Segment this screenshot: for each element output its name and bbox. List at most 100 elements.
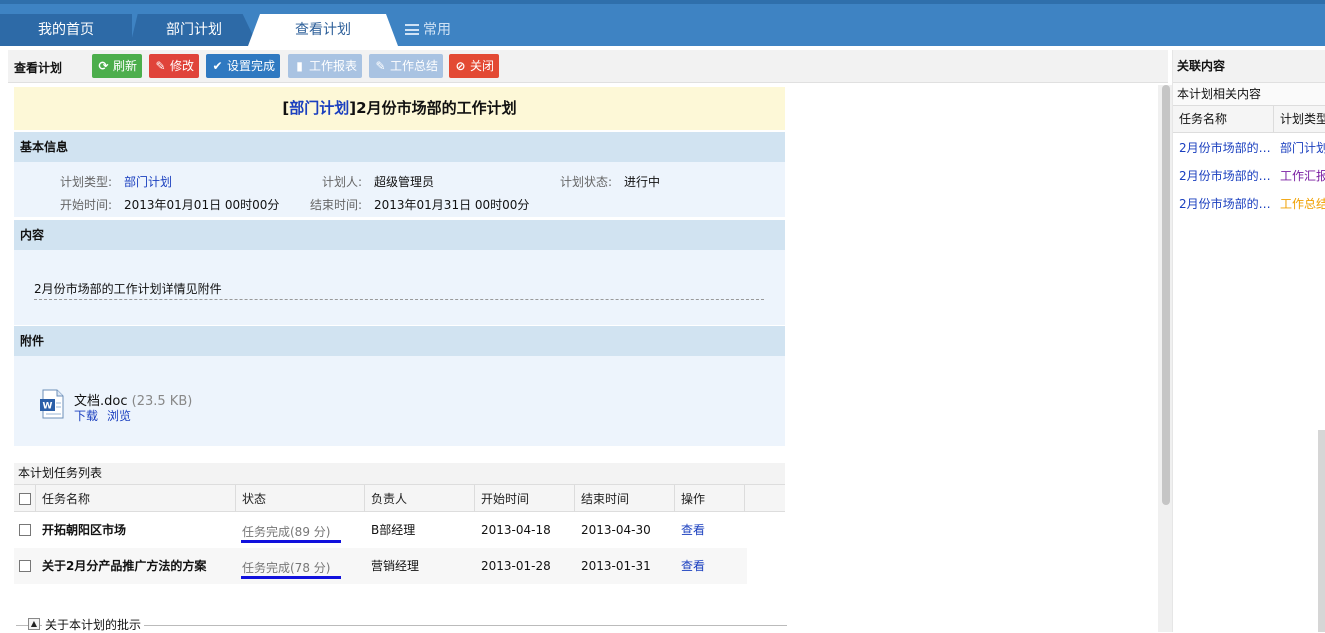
refresh-icon: ⟳ xyxy=(98,59,109,73)
select-all-checkbox[interactable] xyxy=(19,493,31,505)
svg-text:W: W xyxy=(43,402,53,412)
page-scrollbar[interactable] xyxy=(1318,430,1325,632)
col-status[interactable]: 状态 xyxy=(236,485,365,513)
toolbar: 查看计划 ⟳ 刷新 ✎ 修改 ✔ 设置完成 ▮ 工作报表 ✎ 工作总结 ⊘ 关闭 xyxy=(8,50,1168,83)
set-done-button-label: 设置完成 xyxy=(227,59,276,73)
task-list-title: 本计划任务列表 xyxy=(14,463,785,484)
start-time-value: 2013年01月01日 00时00分 xyxy=(124,198,280,212)
related-col-name[interactable]: 任务名称 xyxy=(1173,106,1274,132)
table-row: 开拓朝阳区市场 任务完成(89 分) B部经理 2013-04-18 2013-… xyxy=(14,512,747,548)
preview-link[interactable]: 浏览 xyxy=(107,407,131,424)
work-report-button[interactable]: ▮ 工作报表 xyxy=(288,54,363,78)
related-col-type[interactable]: 计划类型 xyxy=(1274,106,1325,132)
task-owner: B部经理 xyxy=(371,523,416,537)
view-task-link[interactable]: 查看 xyxy=(675,548,745,584)
plan-title-text: 2月份市场部的工作计划 xyxy=(356,99,517,117)
status-underline xyxy=(241,540,341,543)
collapse-toggle-icon[interactable]: ▲ xyxy=(28,618,40,630)
related-type: 部门计划 xyxy=(1280,141,1325,155)
basic-info-header: 基本信息 xyxy=(14,132,785,162)
attachment-file-size: (23.5 KB) xyxy=(131,394,193,409)
menu-icon xyxy=(405,24,419,35)
check-icon: ✔ xyxy=(212,59,223,73)
end-time-label: 结束时间: xyxy=(310,198,363,212)
bar-chart-icon: ▮ xyxy=(296,59,303,73)
main-panel: 查看计划 ⟳ 刷新 ✎ 修改 ✔ 设置完成 ▮ 工作报表 ✎ 工作总结 ⊘ 关闭 [部门计划… xyxy=(8,50,1174,633)
table-row: 关于2月分产品推广方法的方案 任务完成(78 分) 营销经理 2013-01-2… xyxy=(14,548,747,584)
ban-icon: ⊘ xyxy=(455,59,466,73)
task-end: 2013-01-31 xyxy=(581,559,651,573)
refresh-button-label: 刷新 xyxy=(113,59,138,73)
work-summary-button[interactable]: ✎ 工作总结 xyxy=(369,54,444,78)
plan-title: [部门计划]2月份市场部的工作计划 xyxy=(14,87,785,130)
col-action: 操作 xyxy=(675,485,745,513)
task-start: 2013-01-28 xyxy=(481,559,551,573)
col-owner[interactable]: 负责人 xyxy=(365,485,475,513)
task-name: 开拓朝阳区市场 xyxy=(42,523,127,537)
status-underline xyxy=(241,576,341,579)
basic-info-body: 计划类型: 部门计划 计划人: 超级管理员 计划状态: 进行中 开始时间: 20… xyxy=(14,162,785,217)
col-end[interactable]: 结束时间 xyxy=(575,485,675,513)
tab-home[interactable]: 我的首页 xyxy=(0,14,132,46)
tab-department-plan[interactable]: 部门计划 xyxy=(130,14,258,46)
set-done-button[interactable]: ✔ 设置完成 xyxy=(206,54,281,78)
plan-type-link[interactable]: 部门计划 xyxy=(289,99,349,117)
plan-status-value: 进行中 xyxy=(624,175,661,189)
plan-status-label: 计划状态: xyxy=(560,175,613,189)
word-document-icon: W xyxy=(39,389,67,419)
pen-icon: ✎ xyxy=(375,59,386,73)
task-name: 关于2月分产品推广方法的方案 xyxy=(42,559,207,573)
edit-button[interactable]: ✎ 修改 xyxy=(149,54,200,78)
comments-legend: 关于本计划的批示 xyxy=(42,616,145,633)
row-checkbox[interactable] xyxy=(19,560,31,572)
content-header: 内容 xyxy=(14,220,785,250)
related-row[interactable]: 2月份市场部的工作计划 工作汇报 xyxy=(1173,162,1325,190)
col-task-name[interactable]: 任务名称 xyxy=(36,485,236,513)
content-body: 2月份市场部的工作计划详情见附件 xyxy=(14,250,785,325)
work-report-button-label: 工作报表 xyxy=(309,59,358,73)
related-name[interactable]: 2月份市场部的工作计划 xyxy=(1173,134,1274,162)
edit-button-label: 修改 xyxy=(170,59,195,73)
related-row[interactable]: 2月份市场部的工作计划 工作总结 xyxy=(1173,190,1325,218)
plan-type-label: 计划类型: xyxy=(60,175,113,189)
attachment-header: 附件 xyxy=(14,326,785,356)
tab-view-plan[interactable]: 查看计划 xyxy=(248,14,398,46)
task-start: 2013-04-18 xyxy=(481,523,551,537)
content-text: 2月份市场部的工作计划详情见附件 xyxy=(34,280,764,300)
toolbar-title: 查看计划 xyxy=(14,61,63,75)
end-time-value: 2013年01月31日 00时00分 xyxy=(374,198,530,212)
close-button[interactable]: ⊘ 关闭 xyxy=(449,54,500,78)
related-content-panel: 关联内容 本计划相关内容 任务名称 计划类型 2月份市场部的工作计划 部门计划 … xyxy=(1172,50,1325,632)
task-owner: 营销经理 xyxy=(371,559,420,573)
task-status: 任务完成(78 分) xyxy=(242,561,331,575)
task-status: 任务完成(89 分) xyxy=(242,525,331,539)
plan-type-value[interactable]: 部门计划 xyxy=(124,173,172,190)
task-end: 2013-04-30 xyxy=(581,523,651,537)
work-summary-button-label: 工作总结 xyxy=(390,59,439,73)
start-time-label: 开始时间: xyxy=(60,198,113,212)
view-task-link[interactable]: 查看 xyxy=(675,512,745,548)
plan-owner-value: 超级管理员 xyxy=(374,175,435,189)
row-checkbox[interactable] xyxy=(19,524,31,536)
refresh-button[interactable]: ⟳ 刷新 xyxy=(92,54,143,78)
related-name[interactable]: 2月份市场部的工作计划 xyxy=(1173,162,1274,190)
related-content-title: 关联内容 xyxy=(1173,50,1325,83)
tab-common[interactable]: 常用 xyxy=(400,14,480,46)
related-type: 工作汇报 xyxy=(1280,169,1325,183)
col-start[interactable]: 开始时间 xyxy=(475,485,575,513)
download-link[interactable]: 下载 xyxy=(74,407,98,424)
top-tab-bar: 我的首页 部门计划 查看计划 常用 xyxy=(0,0,1325,46)
related-type: 工作总结 xyxy=(1280,197,1325,211)
close-button-label: 关闭 xyxy=(470,59,495,73)
related-name[interactable]: 2月份市场部的工作计划 xyxy=(1173,190,1274,218)
scrollbar-thumb[interactable] xyxy=(1162,85,1170,505)
tab-common-label: 常用 xyxy=(423,22,451,38)
task-table-header: 任务名称 状态 负责人 开始时间 结束时间 操作 xyxy=(14,484,785,513)
select-all-cell xyxy=(14,485,36,513)
related-content-subtitle: 本计划相关内容 xyxy=(1173,83,1325,105)
related-table-header: 任务名称 计划类型 xyxy=(1173,105,1325,133)
comments-fieldset: ▲ 关于本计划的批示 xyxy=(16,616,787,633)
plan-owner-label: 计划人: xyxy=(322,175,363,189)
related-row[interactable]: 2月份市场部的工作计划 部门计划 xyxy=(1173,134,1325,162)
pencil-icon: ✎ xyxy=(155,59,166,73)
